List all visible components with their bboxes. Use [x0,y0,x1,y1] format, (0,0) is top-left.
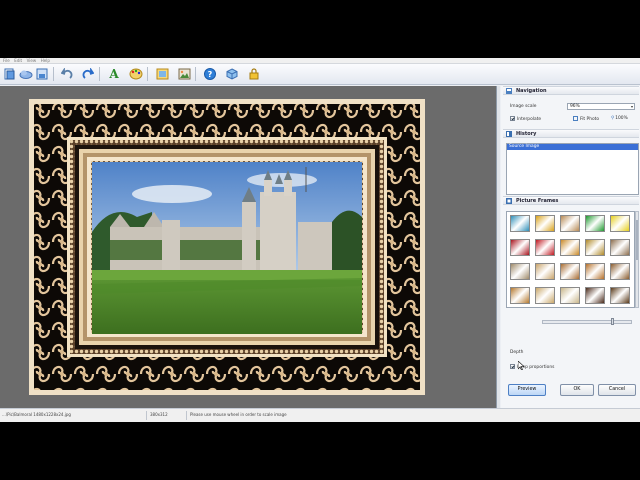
actual-size-label: 100% [615,116,628,121]
depth-slider-thumb[interactable] [611,318,614,325]
chevron-down-icon: ▾ [630,104,633,109]
frame-thumbnail[interactable] [535,263,555,280]
letterbox-bottom [0,422,640,480]
depth-label: Depth [510,350,524,355]
open-icon [4,68,15,80]
frame-thumbnail[interactable] [535,287,555,304]
lock-button[interactable] [246,66,262,82]
thumbnails-scrollbar[interactable] [635,211,639,308]
status-hint: Please use mouse wheel in order to scale… [190,412,287,417]
image-frame-icon [156,68,168,80]
fit-photo-icon [573,116,578,121]
interpolate-checkbox[interactable] [510,116,515,121]
ok-button[interactable]: OK [560,384,594,396]
frame-thumbnail[interactable] [585,263,605,280]
frame-thumbnail[interactable] [610,263,630,280]
interpolate-option[interactable]: Interpolate [510,116,541,122]
navigation-title: Navigation [516,87,547,94]
picture-icon [178,68,190,80]
text-icon: A [109,67,119,81]
text-button[interactable]: A [106,66,122,82]
history-icon [506,130,512,137]
open-button[interactable] [2,66,18,82]
frame-thumbnail[interactable] [610,215,630,232]
fit-photo-label: Fit Photo [580,117,600,122]
cancel-button[interactable]: Cancel [598,384,636,396]
interpolate-label: Interpolate [517,117,542,122]
palette-button[interactable] [128,66,144,82]
cloud-button[interactable] [18,66,34,82]
status-bar: ...\Pic\Balmoral 1480x1228x24.jpg 380x31… [0,408,640,422]
image-scale-value: 96% [570,104,580,109]
app-window: File Edit View Help A ? Navigation Image… [0,58,640,422]
letterbox-top [0,0,640,58]
frame-thumbnail[interactable] [510,239,530,256]
actual-size-button[interactable]: ⚲100% [611,116,628,121]
palette-icon [129,68,143,80]
navigation-icon [506,87,512,94]
depth-slider[interactable] [542,320,632,324]
cube-icon [226,68,238,80]
keep-proportions-checkbox[interactable] [510,364,515,369]
mouse-cursor-icon [518,361,524,370]
screen: File Edit View Help A ? Navigation Image… [0,0,640,480]
frame-thumbnails[interactable] [506,211,635,308]
history-title: History [516,130,537,137]
image-scale-label: Image scale [510,104,537,109]
canvas-scrollbar[interactable] [497,86,500,408]
frame-thumbnail[interactable] [535,215,555,232]
frame-thumbnail[interactable] [610,287,630,304]
frame-thumbnail[interactable] [560,287,580,304]
history-list[interactable]: Source Image [506,143,639,195]
preview-button[interactable]: Preview [508,384,546,396]
undo-icon [61,68,73,79]
cloud-icon [19,70,33,79]
frame-thumbnail[interactable] [560,215,580,232]
frame-thumbnail[interactable] [585,239,605,256]
frame-thumbnail[interactable] [560,263,580,280]
help-button[interactable]: ? [202,66,218,82]
toolbar: A ? [0,64,640,85]
status-file: ...\Pic\Balmoral 1480x1228x24.jpg [2,412,71,417]
cube-button[interactable] [224,66,240,82]
picture-button[interactable] [176,66,192,82]
scrollbar-knob[interactable] [636,220,638,260]
framed-photo-preview [29,99,425,395]
frame-thumbnail[interactable] [610,239,630,256]
framed-photo [29,99,425,395]
status-dimensions: 380x312 [150,412,168,417]
frame-thumbnail[interactable] [510,215,530,232]
keep-proportions-option[interactable]: Keep proportions [510,364,554,370]
picture-frames-header[interactable]: Picture Frames [503,196,639,205]
lock-icon [249,68,259,80]
fit-photo-button[interactable]: Fit Photo [573,116,599,122]
frame-thumbnail[interactable] [585,215,605,232]
redo-button[interactable] [80,66,96,82]
save-icon [36,68,48,80]
navigation-header[interactable]: Navigation [503,86,639,95]
svg-text:?: ? [208,70,213,79]
image-scale-select[interactable]: 96% ▾ [567,103,635,110]
magnifier-icon: ⚲ [611,116,615,121]
frame-thumbnail[interactable] [585,287,605,304]
help-icon: ? [204,68,216,80]
history-item[interactable]: Source Image [507,144,638,150]
picture-frames-title: Picture Frames [516,197,559,204]
image-canvas[interactable] [0,86,497,408]
frames-icon [506,197,512,204]
frame-thumbnail[interactable] [560,239,580,256]
redo-icon [82,68,94,79]
frame-thumbnail[interactable] [510,263,530,280]
image-frame-button[interactable] [154,66,170,82]
history-header[interactable]: History [503,129,639,138]
save-button[interactable] [34,66,50,82]
frame-thumbnail[interactable] [535,239,555,256]
frame-thumbnail[interactable] [510,287,530,304]
undo-button[interactable] [59,66,75,82]
